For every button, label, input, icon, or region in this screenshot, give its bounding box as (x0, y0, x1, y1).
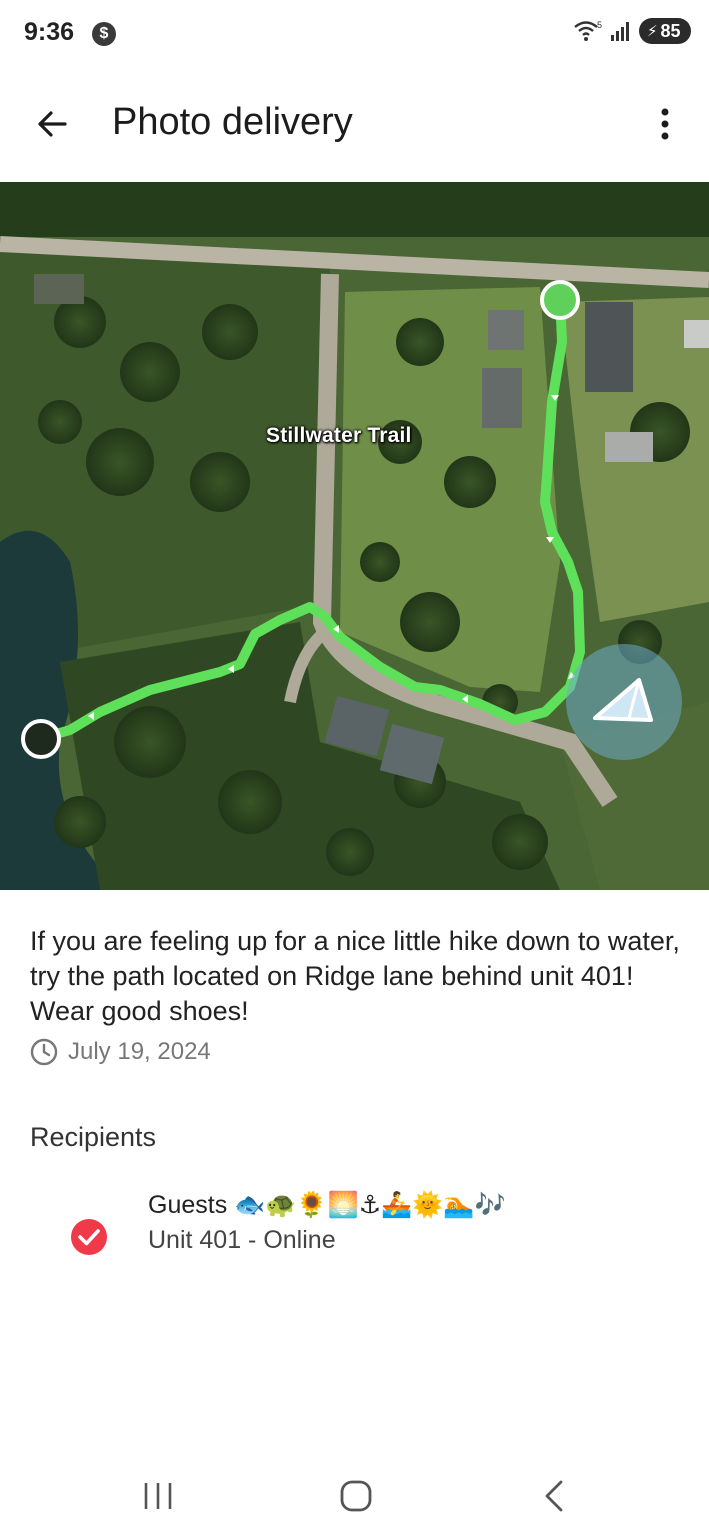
system-nav-bar (0, 1452, 709, 1536)
recipient-detail: Unit 401 - Online (148, 1226, 336, 1254)
post-date-row: July 19, 2024 (30, 1038, 211, 1066)
recipient-item[interactable]: Guests 🐟🐢🌻🌅⚓🚣🌞🏊🎶 Unit 401 - Online (66, 1184, 666, 1264)
recipients-heading: Recipients (30, 1122, 157, 1152)
more-vertical-icon (661, 108, 669, 140)
status-time: 9:36 (24, 18, 75, 46)
home-icon (340, 1480, 372, 1512)
more-options-button[interactable] (643, 98, 687, 150)
route-map[interactable]: Stillwater Trail (0, 182, 709, 890)
post-description: If you are feeling up for a nice little … (30, 926, 680, 1026)
signal-icon (611, 22, 629, 41)
arrow-left-icon (38, 111, 67, 137)
wifi-badge: 5 (597, 20, 602, 30)
recent-apps-icon (144, 1483, 172, 1509)
post-date: July 19, 2024 (68, 1038, 211, 1065)
satellite-map-image (0, 182, 709, 890)
battery-level: 85 (660, 20, 681, 41)
nav-back-icon (545, 1480, 563, 1512)
dollar-circle-icon: $ (92, 22, 116, 46)
compass-button[interactable] (566, 644, 682, 760)
route-start-marker[interactable] (538, 278, 582, 322)
recipient-name: Guests 🐟🐢🌻🌅⚓🚣🌞🏊🎶 (148, 1191, 506, 1219)
app-bar: Photo delivery (0, 68, 709, 180)
back-button[interactable] (26, 98, 78, 150)
route-end-marker[interactable] (18, 716, 64, 762)
battery-indicator: ⚡ 85 (639, 18, 691, 44)
wifi-icon: 5 (574, 20, 602, 41)
recent-apps-button[interactable] (128, 1474, 188, 1518)
home-button[interactable] (326, 1474, 386, 1518)
checked-circle-icon[interactable] (70, 1218, 108, 1256)
status-indicators: 5 ⚡ 85 (573, 18, 691, 44)
nav-back-button[interactable] (524, 1474, 584, 1518)
page-title: Photo delivery (112, 101, 353, 143)
road-label: Stillwater Trail (266, 424, 412, 447)
clock-icon (30, 1038, 58, 1066)
status-bar: 9:36 $ 5 ⚡ 85 (0, 0, 709, 68)
compass-arrow-icon (593, 678, 653, 722)
charging-bolt-icon: ⚡ (647, 23, 658, 40)
